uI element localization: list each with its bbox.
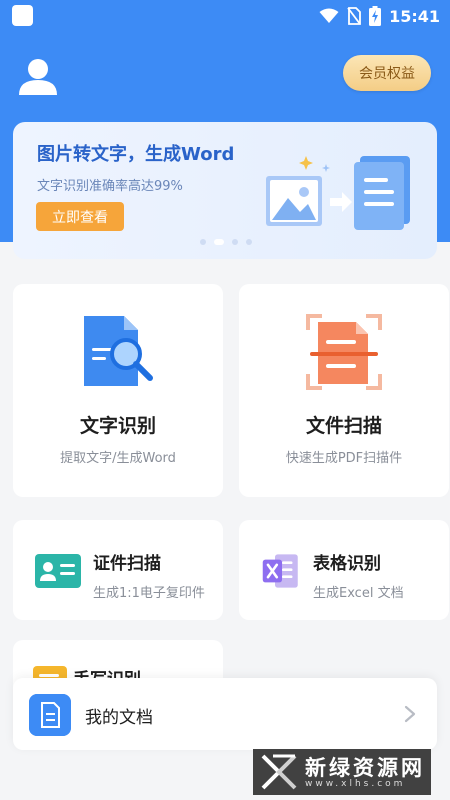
status-bar: 15:41 — [0, 0, 450, 32]
card-title: 表格识别 — [313, 554, 381, 574]
watermark-text: 新绿资源网 — [305, 756, 425, 780]
image-to-document-illustration — [266, 156, 410, 230]
status-time: 15:41 — [389, 6, 440, 26]
banner-subtitle: 文字识别准确率高达99% — [37, 179, 183, 194]
text-recognition-icon — [84, 316, 153, 386]
watermark-logo-icon — [261, 754, 297, 790]
promo-banner[interactable]: 图片转文字，生成Word 文字识别准确率高达99% 立即查看 — [13, 122, 437, 259]
card-description: 生成Excel 文档 — [313, 586, 404, 601]
card-description: 提取文字/生成Word — [60, 451, 176, 466]
pagination-dot — [200, 239, 206, 245]
chevron-right-icon — [404, 705, 416, 723]
text-recognition-card[interactable]: 文字识别 提取文字/生成Word — [13, 284, 223, 497]
notification-icon — [12, 5, 33, 26]
vip-benefits-button[interactable]: 会员权益 — [343, 55, 431, 91]
my-documents-bar[interactable]: 我的文档 — [13, 678, 437, 750]
card-description: 生成1:1电子复印件 — [93, 586, 205, 601]
user-avatar-icon[interactable] — [18, 56, 58, 96]
id-scan-card[interactable]: 证件扫描 生成1:1电子复印件 — [13, 520, 223, 620]
pagination-dot-active — [214, 239, 224, 245]
banner-pagination — [200, 239, 252, 245]
card-title: 文字识别 — [79, 415, 156, 437]
document-icon — [29, 694, 71, 736]
wifi-icon — [319, 8, 339, 23]
document-scan-icon — [306, 314, 382, 390]
banner-title: 图片转文字，生成Word — [37, 144, 235, 165]
site-watermark: 新绿资源网 www.xlhs.com — [253, 749, 431, 795]
table-recognition-card[interactable]: 表格识别 生成Excel 文档 — [239, 520, 449, 620]
no-sim-icon — [347, 7, 361, 25]
pagination-dot — [246, 239, 252, 245]
excel-icon — [262, 554, 298, 588]
watermark-url: www.xlhs.com — [305, 779, 406, 789]
my-documents-label: 我的文档 — [85, 708, 153, 728]
banner-view-now-button[interactable]: 立即查看 — [36, 202, 124, 231]
card-title: 证件扫描 — [93, 554, 161, 574]
document-scan-card[interactable]: 文件扫描 快速生成PDF扫描件 — [239, 284, 449, 497]
card-title: 文件扫描 — [305, 415, 382, 437]
battery-charging-icon — [369, 6, 382, 26]
id-card-icon — [35, 554, 81, 588]
card-description: 快速生成PDF扫描件 — [285, 451, 403, 466]
pagination-dot — [232, 239, 238, 245]
